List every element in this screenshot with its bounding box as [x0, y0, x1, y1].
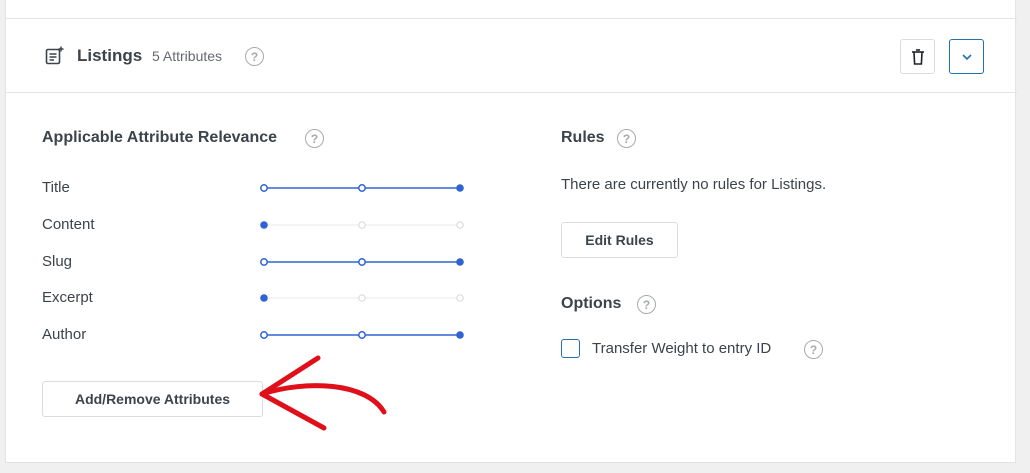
source-panel: Listings 5 Attributes ? Applicable Attri… [5, 0, 1017, 463]
relevance-slider[interactable] [260, 329, 464, 341]
relevance-title: Applicable Attribute Relevance [42, 129, 278, 146]
red-arrow-icon [259, 355, 387, 431]
attribute-label: Content [42, 216, 95, 233]
rules-title: Rules [561, 129, 605, 146]
slider-stop [456, 221, 464, 229]
relevance-slider[interactable] [260, 256, 464, 268]
slider-track [260, 184, 464, 192]
previous-panel-edge [6, 0, 1017, 19]
trash-icon [911, 48, 924, 65]
transfer-weight-checkbox[interactable] [561, 339, 580, 358]
chevron-down-icon [961, 53, 972, 60]
edit-rules-button[interactable]: Edit Rules [561, 222, 678, 258]
relevance-slider[interactable] [260, 182, 464, 194]
slider-track [260, 331, 464, 339]
help-icon[interactable]: ? [305, 129, 324, 148]
slider-stop [260, 221, 268, 229]
slider-stop [260, 331, 268, 339]
slider-track [260, 258, 464, 266]
slider-stop [358, 258, 366, 266]
relevance-slider[interactable] [260, 292, 464, 304]
slider-stop [358, 221, 366, 229]
help-icon[interactable]: ? [637, 295, 656, 314]
attribute-label: Author [42, 326, 87, 343]
slider-stop [358, 184, 366, 192]
slider-stop [456, 294, 464, 302]
options-title: Options [561, 295, 622, 312]
toggle-source-button[interactable] [949, 39, 984, 74]
slider-stop [456, 258, 464, 266]
document-list-icon [45, 46, 64, 65]
attribute-label: Slug [42, 253, 73, 270]
slider-stop [456, 331, 464, 339]
delete-source-button[interactable] [900, 39, 935, 74]
rules-empty-text: There are currently no rules for Listing… [561, 176, 827, 193]
attribute-label: Excerpt [42, 289, 93, 306]
slider-stop [260, 258, 268, 266]
slider-track [260, 294, 464, 302]
slider-stop [260, 294, 268, 302]
help-icon[interactable]: ? [245, 47, 264, 66]
relevance-slider[interactable] [260, 219, 464, 231]
source-header: Listings 5 Attributes ? [6, 19, 1017, 93]
attribute-label: Title [42, 179, 70, 196]
slider-stop [358, 294, 366, 302]
slider-stop [456, 184, 464, 192]
help-icon[interactable]: ? [804, 340, 823, 359]
slider-track [260, 221, 464, 229]
transfer-weight-label[interactable]: Transfer Weight to entry ID [592, 340, 771, 357]
add-remove-attributes-button[interactable]: Add/Remove Attributes [42, 381, 263, 417]
slider-stop [260, 184, 268, 192]
attribute-count: 5 Attributes [152, 48, 223, 64]
source-title: Listings [77, 46, 143, 65]
help-icon[interactable]: ? [617, 129, 636, 148]
slider-stop [358, 331, 366, 339]
